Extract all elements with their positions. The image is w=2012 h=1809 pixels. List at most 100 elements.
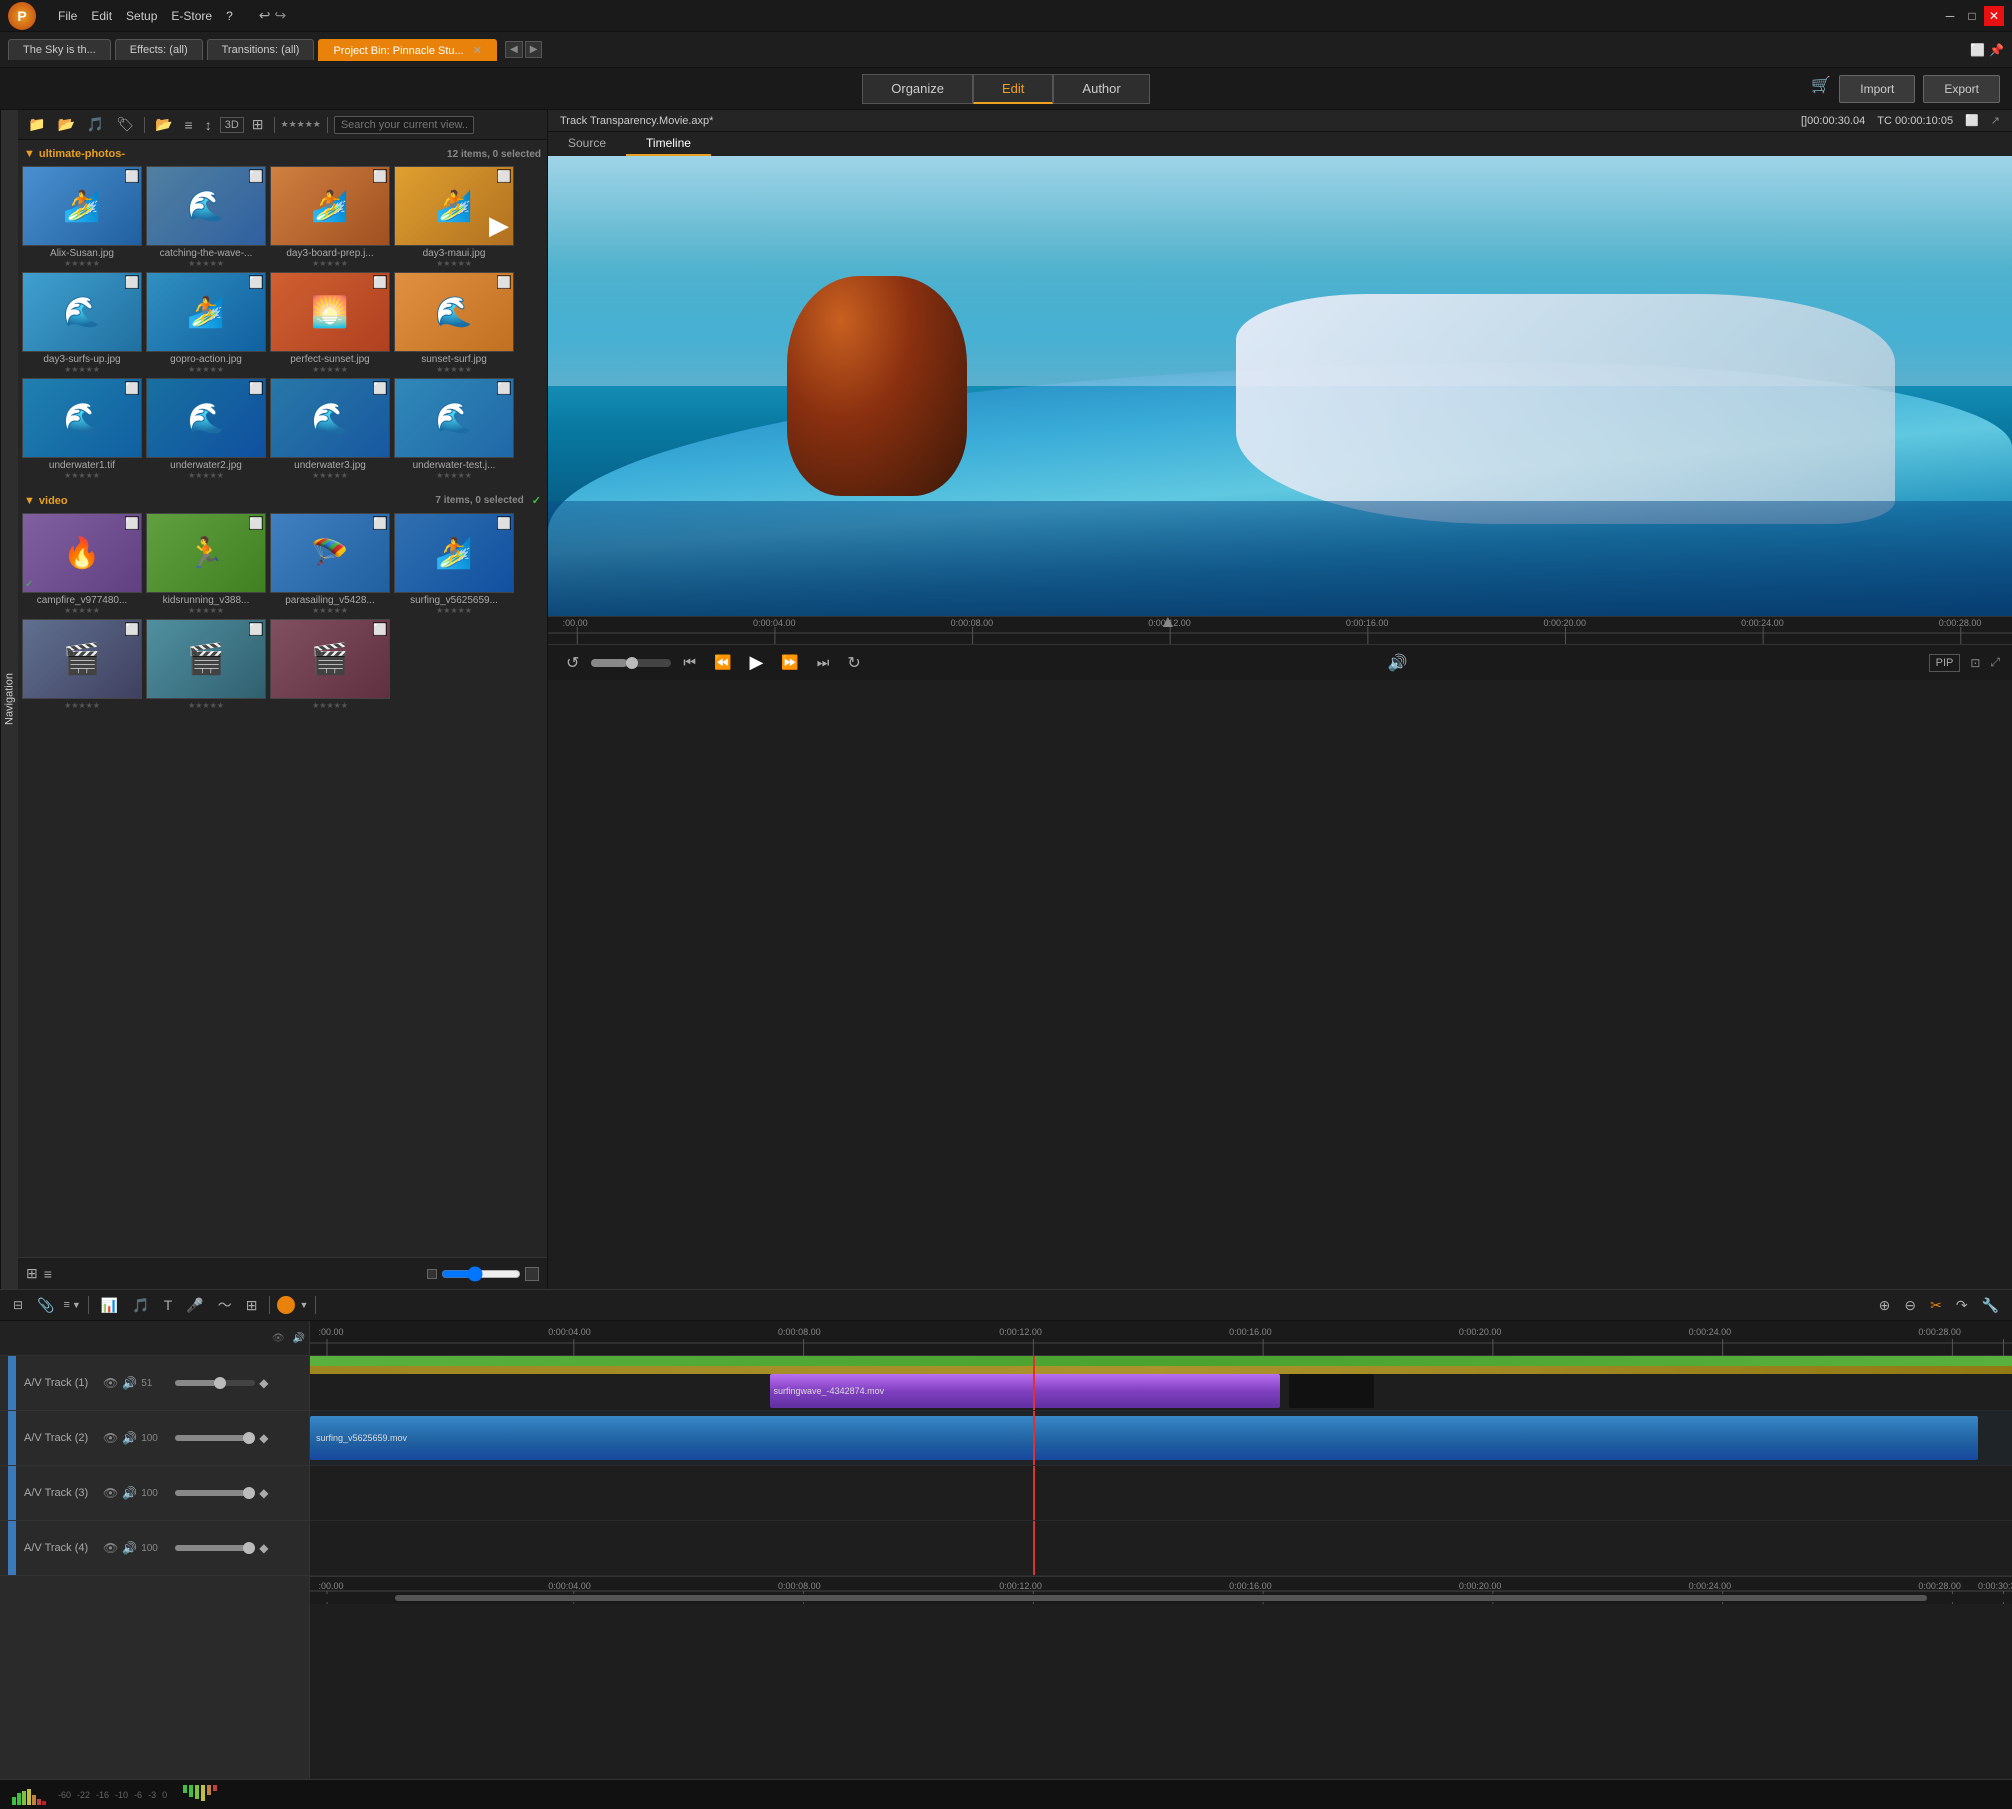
media-item-day3-board[interactable]: 🏄 ⬜ day3-board-prep.j... ★★★★★ — [270, 166, 390, 268]
volume-icon[interactable]: 🔊 — [1382, 651, 1414, 675]
tl-dropdown-1[interactable]: ≡ ▼ — [64, 1299, 81, 1311]
tl-collapse-icon[interactable]: ⊟ — [8, 1296, 28, 1314]
transport-slider-thumb[interactable] — [626, 657, 638, 669]
media-item-underwater3[interactable]: 🌊 ⬜ underwater3.jpg ★★★★★ — [270, 378, 390, 480]
pin-panel-icon[interactable]: 📌 — [1989, 43, 2004, 57]
import-button[interactable]: Import — [1839, 75, 1915, 103]
tl-chart-icon[interactable]: 📊 — [96, 1295, 123, 1316]
expand-icon[interactable]: ⬜ — [1965, 114, 1979, 127]
media-item-surfing[interactable]: 🏄 ⬜ surfing_v5625659... ★★★★★ — [394, 513, 514, 615]
media-rating-v7[interactable]: ★★★★★ — [270, 701, 390, 710]
sort-icon[interactable]: ↕ — [201, 115, 216, 135]
skip-to-end-icon[interactable]: ⏭ — [811, 652, 836, 673]
track-vol-thumb-3[interactable] — [243, 1487, 255, 1499]
tl-dropdown-2[interactable]: ▼ — [299, 1300, 308, 1310]
tab-close-icon[interactable]: ✕ — [473, 45, 482, 57]
media-rating-10[interactable]: ★★★★★ — [146, 471, 266, 480]
media-item-day3-maui[interactable]: ▶ 🏄 ⬜ day3-maui.jpg ★★★★★ — [394, 166, 514, 268]
step-forward-icon[interactable]: ⏩ — [775, 652, 804, 673]
media-item-kidsrunning[interactable]: 🏃 ⬜ kidsrunning_v388... ★★★★★ — [146, 513, 266, 615]
media-item-campfire[interactable]: 🔥 ⬜ ✓ campfire_v977480... ★★★★★ — [22, 513, 142, 615]
tl-orange-btn[interactable] — [277, 1296, 295, 1314]
tab-transitions[interactable]: Transitions: (all) — [207, 39, 315, 60]
cart-icon[interactable]: 🛒 — [1811, 75, 1831, 103]
track-keyframe-2[interactable]: ◆ — [259, 1431, 268, 1445]
tab-effects[interactable]: Effects: (all) — [115, 39, 203, 60]
transport-return-icon[interactable]: ↺ — [560, 651, 585, 675]
media-item-underwater2[interactable]: 🌊 ⬜ underwater2.jpg ★★★★★ — [146, 378, 266, 480]
media-rating-6[interactable]: ★★★★★ — [146, 365, 266, 374]
tl-audio-icon[interactable]: 🎵 — [127, 1295, 154, 1316]
track-vol-thumb-2[interactable] — [243, 1432, 255, 1444]
window-minimize[interactable]: ─ — [1940, 6, 1960, 26]
section-expand-video-icon[interactable]: ▼ — [24, 495, 35, 507]
media-rating-1[interactable]: ★★★★★ — [22, 259, 142, 268]
aspect-ratio-icon[interactable]: ⊡ — [1970, 656, 1980, 670]
author-button[interactable]: Author — [1053, 74, 1149, 104]
grid-icon[interactable]: ⊞ — [248, 114, 268, 135]
tl-wrench-icon[interactable]: 🔧 — [1977, 1295, 2004, 1316]
track-eye-header[interactable]: 👁 — [272, 1333, 285, 1344]
maximize-panel-icon[interactable]: ⬜ — [1970, 43, 1985, 57]
media-item-v5[interactable]: 🎬 ⬜ ★★★★★ — [22, 619, 142, 710]
step-back-icon[interactable]: ⏪ — [708, 652, 737, 673]
list-view-icon[interactable]: ≡ — [181, 115, 197, 135]
tl-grid-icon[interactable]: ⊞ — [241, 1295, 263, 1316]
track-vol-thumb-4[interactable] — [243, 1542, 255, 1554]
track-eye-1[interactable]: 👁 — [103, 1376, 118, 1390]
section-expand-icon[interactable]: ▼ — [24, 148, 35, 160]
tab-project-bin[interactable]: Project Bin: Pinnacle Stu... ✕ — [318, 39, 497, 61]
track-keyframe-4[interactable]: ◆ — [259, 1541, 268, 1555]
3d-view-button[interactable]: 3D — [220, 117, 244, 133]
track-volume-slider-2[interactable] — [175, 1435, 255, 1441]
music-icon[interactable]: 🎵 — [83, 114, 108, 135]
search-input[interactable] — [334, 116, 474, 134]
menu-edit[interactable]: Edit — [85, 7, 118, 25]
track-keyframe-3[interactable]: ◆ — [259, 1486, 268, 1500]
menu-file[interactable]: File — [52, 7, 83, 25]
menu-help[interactable]: ? — [220, 7, 239, 25]
organize-button[interactable]: Organize — [862, 74, 973, 104]
media-item-alix[interactable]: 🏄 ⬜ Alix-Susan.jpg ★★★★★ — [22, 166, 142, 268]
media-item-parasailing[interactable]: 🪂 ⬜ parasailing_v5428... ★★★★★ — [270, 513, 390, 615]
media-item-sunset-surf[interactable]: 🌊 ⬜ sunset-surf.jpg ★★★★★ — [394, 272, 514, 374]
media-rating-parasailing[interactable]: ★★★★★ — [270, 606, 390, 615]
small-thumb-toggle[interactable] — [427, 1269, 437, 1279]
media-rating-kids[interactable]: ★★★★★ — [146, 606, 266, 615]
media-item-v6[interactable]: 🎬 ⬜ ★★★★★ — [146, 619, 266, 710]
folder-icon[interactable]: 📂 — [53, 114, 78, 135]
window-maximize[interactable]: □ — [1962, 6, 1982, 26]
media-rating-8[interactable]: ★★★★★ — [394, 365, 514, 374]
tl-mic-icon[interactable]: 🎤 — [181, 1295, 208, 1316]
media-rating-7[interactable]: ★★★★★ — [270, 365, 390, 374]
track-volume-slider-1[interactable] — [175, 1380, 255, 1386]
tab-source[interactable]: Source — [548, 132, 626, 156]
redo-button[interactable]: ↪ — [275, 7, 287, 24]
track-keyframe-1[interactable]: ◆ — [259, 1376, 268, 1390]
media-rating-12[interactable]: ★★★★★ — [394, 471, 514, 480]
list-mode-icon[interactable]: ≡ — [44, 1266, 52, 1282]
detach-icon[interactable]: ↗ — [1991, 114, 2000, 127]
tab-scroll-right[interactable]: ▶ — [525, 41, 543, 58]
media-rating-5[interactable]: ★★★★★ — [22, 365, 142, 374]
media-rating-11[interactable]: ★★★★★ — [270, 471, 390, 480]
play-pause-button[interactable]: ▶ — [743, 650, 769, 675]
large-thumb-toggle[interactable] — [525, 1267, 539, 1281]
skip-to-start-icon[interactable]: ⏮ — [677, 652, 702, 673]
folder-open-icon[interactable]: 📂 — [151, 114, 176, 135]
tl-redo2-icon[interactable]: ↷ — [1951, 1295, 1973, 1316]
track-eye-2[interactable]: 👁 — [103, 1431, 118, 1445]
media-rating-surfing[interactable]: ★★★★★ — [394, 606, 514, 615]
menu-setup[interactable]: Setup — [120, 7, 163, 25]
storyboard-icon[interactable]: ⊞ — [26, 1265, 38, 1282]
media-item-underwater1[interactable]: 🌊 ⬜ underwater1.tif ★★★★★ — [22, 378, 142, 480]
clip-surfing-v5[interactable]: surfing_v5625659.mov — [310, 1416, 1978, 1460]
track-audio-header[interactable]: 🔊 — [293, 1333, 305, 1344]
media-item-perfect-sunset[interactable]: 🌅 ⬜ perfect-sunset.jpg ★★★★★ — [270, 272, 390, 374]
pip-button[interactable]: PIP — [1929, 654, 1961, 672]
navigation-tab[interactable]: Navigation — [0, 110, 18, 1289]
track-volume-slider-4[interactable] — [175, 1545, 255, 1551]
undo-button[interactable]: ↩ — [259, 7, 271, 24]
clip-green-top[interactable] — [310, 1356, 2012, 1366]
tl-zoom-out-icon[interactable]: ⊖ — [1899, 1295, 1921, 1316]
